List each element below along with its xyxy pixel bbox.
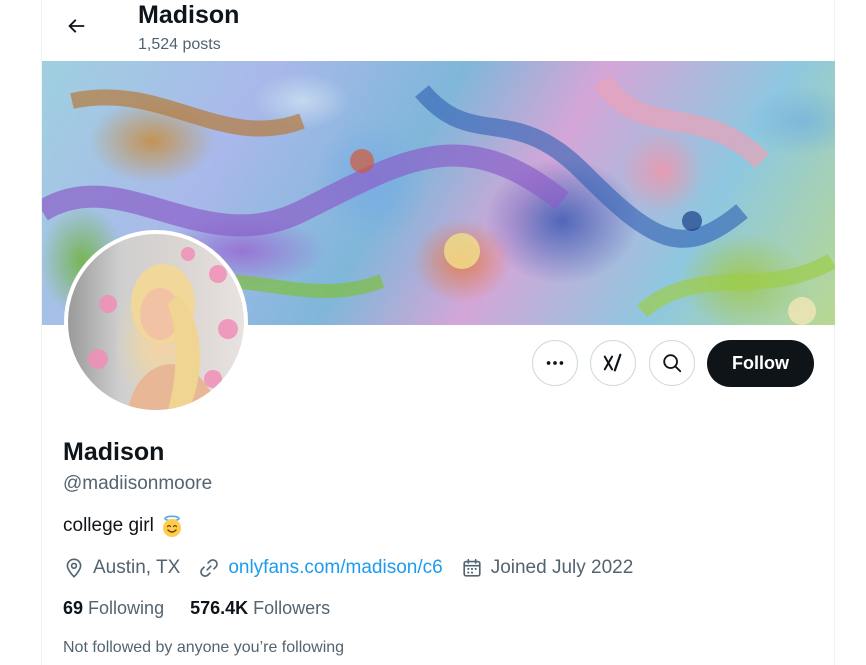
search-button[interactable]: [649, 340, 695, 386]
profile-avatar[interactable]: [64, 230, 248, 414]
search-icon: [663, 354, 682, 373]
bio-text: college girl: [63, 515, 154, 536]
following-count: 69: [63, 598, 84, 618]
join-date: Joined July 2022: [461, 557, 634, 579]
join-date-text: Joined July 2022: [490, 557, 634, 578]
avatar-photo: [88, 247, 238, 410]
following-link[interactable]: 69 Following: [63, 598, 164, 619]
follow-button[interactable]: Follow: [707, 340, 814, 387]
user-handle: @madiisonmoore: [63, 473, 213, 494]
website-link[interactable]: onlyfans.com/madison/c6: [228, 557, 442, 579]
grok-icon: [603, 353, 622, 372]
followers-label: Followers: [253, 598, 331, 618]
header-post-count: 1,524 posts: [138, 36, 221, 53]
bio: college girl: [63, 514, 184, 538]
following-label: Following: [88, 598, 165, 618]
location-pin-icon: [66, 558, 82, 578]
back-button[interactable]: [55, 5, 97, 47]
link-icon: [200, 559, 219, 577]
calendar-icon: [463, 558, 481, 577]
grok-button[interactable]: [590, 340, 636, 386]
header-title: Madison: [138, 1, 240, 29]
followers-count: 576.4K: [190, 598, 249, 618]
more-button[interactable]: [532, 340, 578, 386]
followers-link[interactable]: 576.4K Followers: [190, 598, 330, 619]
arrow-left-icon: [68, 19, 85, 33]
social-context: Not followed by anyone you’re following: [63, 639, 345, 656]
website[interactable]: onlyfans.com/madison/c6: [198, 557, 443, 579]
follow-stats: 69 Following 576.4K Followers: [63, 598, 356, 619]
location-text: Austin, TX: [93, 557, 181, 578]
location: Austin, TX: [63, 557, 180, 579]
more-icon: [546, 361, 564, 365]
display-name: Madison: [63, 438, 165, 466]
profile-meta: Austin, TX onlyfans.com/madison/c6 Joine…: [63, 554, 651, 582]
smiling-face-with-halo-icon: [160, 514, 184, 538]
